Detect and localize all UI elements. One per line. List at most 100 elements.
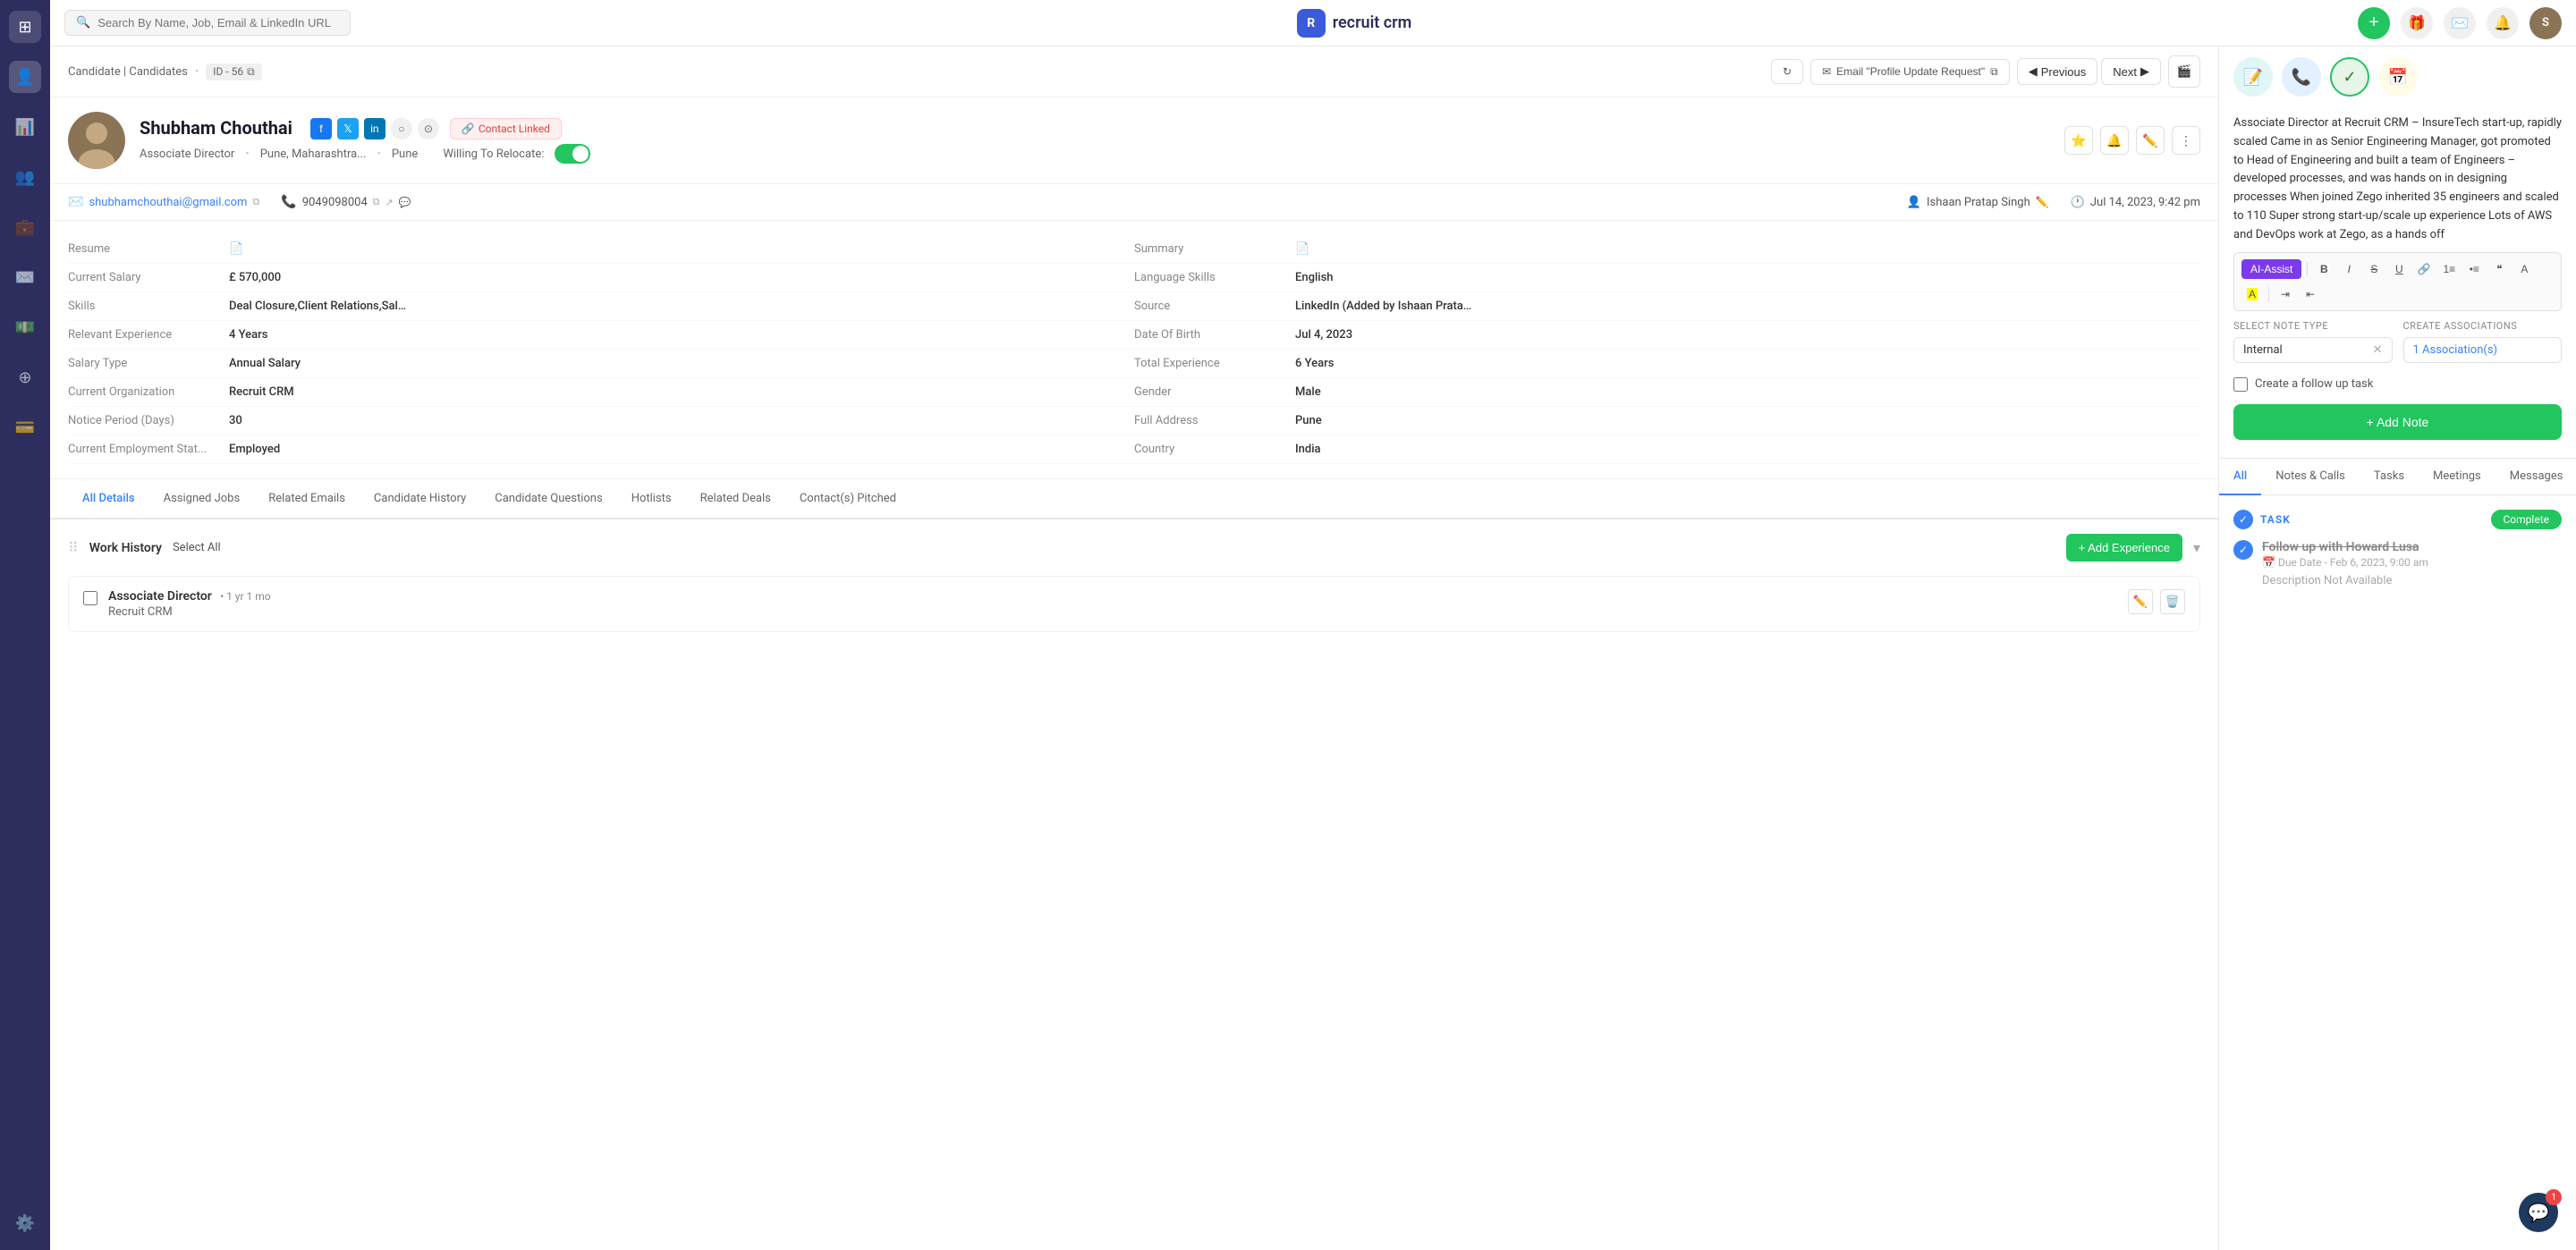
outdent-button[interactable]: ⇤ [2300,283,2321,305]
sidebar-icon-deals[interactable]: 💼 [9,211,41,243]
gift-button[interactable]: 🎁 [2401,7,2433,39]
ordered-list-button[interactable]: 1≡ [2438,258,2460,280]
check-icon-button[interactable]: ✓ [2330,57,2369,97]
star-button[interactable]: ⭐ [2064,126,2093,155]
italic-button[interactable]: I [2338,258,2360,280]
add-button[interactable]: + [2358,7,2390,39]
quote-button[interactable]: ❝ [2488,258,2510,280]
sidebar-icon-jobs[interactable]: 📊 [9,111,41,143]
ai-assist-button[interactable]: AI-Assist [2241,259,2301,279]
sidebar-icon-billing[interactable]: 💳 [9,411,41,443]
sidebar-icon-emails[interactable]: ✉️ [9,261,41,293]
link-button[interactable]: 🔗 [2413,258,2435,280]
collapse-button[interactable]: ▾ [2193,539,2200,556]
add-note-button[interactable]: + Add Note [2233,404,2562,440]
refresh-button[interactable]: ↻ [1771,59,1803,84]
sidebar-icon-revenue[interactable]: 💵 [9,311,41,343]
task-label: TASK [2260,513,2291,526]
copy-email-icon[interactable]: ⧉ [1990,65,1998,79]
whatsapp-btn[interactable]: 💬 [399,197,411,208]
more-button[interactable]: ⋮ [2172,126,2200,155]
mail-button[interactable]: ✉️ [2444,7,2476,39]
call-icon-button[interactable]: 📞 [2282,57,2321,97]
sidebar-icon-settings[interactable]: ⚙️ [9,1207,41,1239]
tab-candidate-questions[interactable]: Candidate Questions [480,479,616,519]
sidebar-icon-contacts[interactable]: 👥 [9,161,41,193]
highlight-button[interactable]: A [2241,283,2263,305]
previous-button[interactable]: ◀ Previous [2017,58,2098,85]
salary-type-row: Salary Type Annual Salary [68,350,1134,378]
next-button[interactable]: Next ▶ [2101,58,2161,85]
sidebar-icon-dashboard[interactable]: ⊞ [9,11,41,43]
tab-related-deals[interactable]: Related Deals [686,479,785,519]
associations-value[interactable]: 1 Association(s) [2403,337,2563,363]
copy-email-btn[interactable]: ⧉ [252,196,259,208]
prev-icon: ◀ [2029,64,2038,79]
email-profile-button[interactable]: ✉ Email "Profile Update Request" ⧉ [1810,59,2010,85]
note-type-select[interactable]: Internal ✕ [2233,337,2393,363]
edit-owner-btn[interactable]: ✏️ [2036,196,2049,208]
alert-button[interactable]: 🔔 [2100,126,2129,155]
phone-item: 📞 9049098004 ⧉ ↗ 💬 [281,195,411,209]
underline-button[interactable]: U [2388,258,2410,280]
task-due-date: 📅 Due Date - Feb 6, 2023, 9:00 am [2262,556,2428,569]
note-icon-button[interactable]: 📝 [2233,57,2273,97]
activity-tab-all[interactable]: All [2219,459,2261,495]
tab-hotlists[interactable]: Hotlists [617,479,686,519]
copy-phone-btn[interactable]: ⧉ [373,196,380,208]
summary-value: 📄 [1295,242,2200,256]
address-label: Full Address [1134,414,1295,427]
dial-btn[interactable]: ↗ [386,197,394,208]
sidebar-icon-add[interactable]: ⊕ [9,361,41,393]
dob-row: Date Of Birth Jul 4, 2023 [1134,321,2200,350]
relocate-toggle[interactable] [555,144,590,164]
linkedin-button[interactable]: in [364,118,386,139]
task-check-done[interactable]: ✓ [2233,540,2253,560]
followup-checkbox[interactable] [2233,377,2248,392]
candidate-name: Shubham Chouthai [140,117,292,139]
tab-assigned-jobs[interactable]: Assigned Jobs [149,479,255,519]
contact-linked-badge[interactable]: 🔗 Contact Linked [450,118,562,139]
search-box[interactable]: 🔍 [64,10,351,36]
select-all-button[interactable]: Select All [173,541,221,554]
add-experience-button[interactable]: + Add Experience [2066,534,2182,562]
activity-tab-tasks[interactable]: Tasks [2360,459,2419,495]
total-exp-value: 6 Years [1295,357,2200,370]
user-avatar[interactable]: S [2529,7,2562,39]
twitter-button[interactable]: 𝕏 [337,118,359,139]
chat-bubble[interactable]: 💬 1 [2519,1193,2558,1232]
font-color-button[interactable]: A [2513,258,2535,280]
drag-handle-icon[interactable]: ⠿ [68,539,79,556]
complete-badge[interactable]: Complete [2491,510,2563,529]
sidebar-icon-candidates[interactable]: 👤 [9,61,41,93]
tab-all-details[interactable]: All Details [68,479,149,519]
unordered-list-button[interactable]: •≡ [2463,258,2485,280]
video-button[interactable]: 🎬 [2168,55,2200,88]
activity-tab-notes[interactable]: Notes & Calls [2261,459,2360,495]
exp-checkbox[interactable] [83,591,97,605]
facebook-button[interactable]: f [310,118,332,139]
email-link[interactable]: shubhamchouthai@gmail.com [89,196,247,209]
calendar-icon-button[interactable]: 📅 [2378,57,2418,97]
clear-icon[interactable]: ✕ [2373,343,2383,357]
indent-button[interactable]: ⇥ [2275,283,2296,305]
activity-tab-messages[interactable]: Messages [2496,459,2576,495]
tab-related-emails[interactable]: Related Emails [254,479,360,519]
social-extra2[interactable]: ⊙ [418,118,439,139]
search-input[interactable] [97,16,339,30]
activity-tab-meetings[interactable]: Meetings [2419,459,2496,495]
tab-candidate-history[interactable]: Candidate History [360,479,480,519]
edit-exp-button[interactable]: ✏️ [2128,589,2153,614]
strikethrough-button[interactable]: S [2363,258,2385,280]
candidate-action-icons: ⭐ 🔔 ✏️ ⋮ [2064,126,2200,155]
bold-button[interactable]: B [2313,258,2334,280]
social-extra1[interactable]: ○ [391,118,412,139]
edit-button[interactable]: ✏️ [2136,126,2165,155]
notice-period-row: Notice Period (Days) 30 [68,407,1134,435]
copy-id-icon[interactable]: ⧉ [247,65,255,79]
delete-exp-button[interactable]: 🗑️ [2160,589,2185,614]
note-content[interactable]: Associate Director at Recruit CRM – Insu… [2233,107,2562,252]
notification-button[interactable]: 🔔 [2487,7,2519,39]
tab-contacts-pitched[interactable]: Contact(s) Pitched [785,479,911,519]
prev-next-nav: ◀ Previous Next ▶ [2017,58,2161,85]
